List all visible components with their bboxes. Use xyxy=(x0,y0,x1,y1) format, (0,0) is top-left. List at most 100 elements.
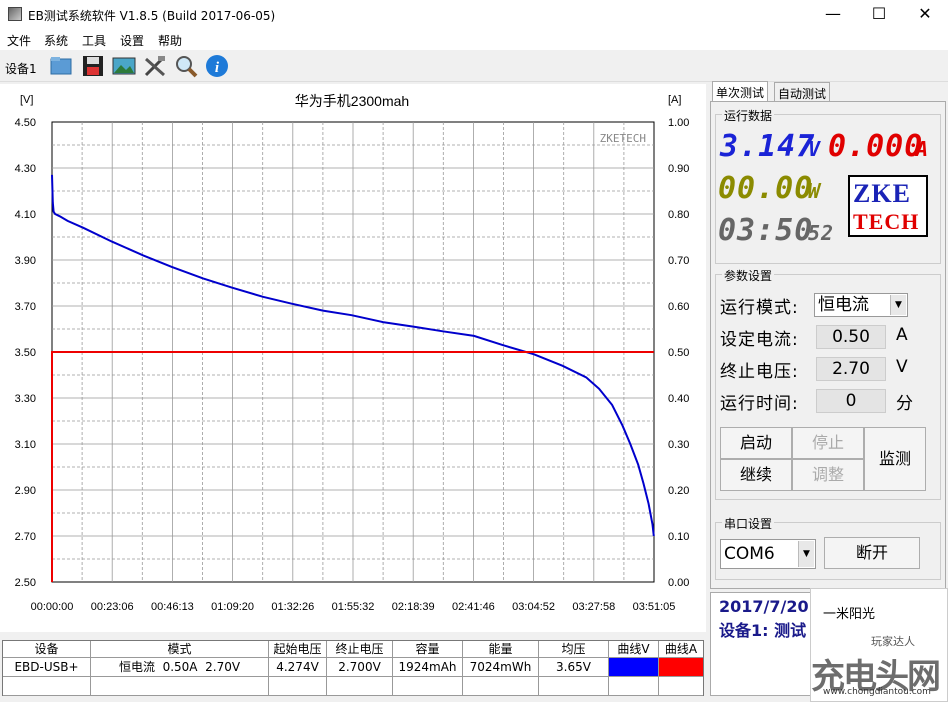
current-input[interactable]: 0.50 xyxy=(816,325,886,349)
right-panel: 运行数据 3.147 V 0.000 A 00.00 W 03:50 52 ZK… xyxy=(710,101,946,589)
current-label: 设定电流: xyxy=(720,330,799,350)
disconnect-button[interactable]: 断开 xyxy=(824,537,920,569)
site-watermark: www.chongdiantou.com xyxy=(823,687,931,697)
continue-button[interactable]: 继续 xyxy=(720,459,792,491)
cell-curve-v-color[interactable] xyxy=(609,658,659,677)
port-value: COM6 xyxy=(724,544,775,564)
y-right-tick-label: 0.00 xyxy=(668,577,689,589)
adjust-button[interactable]: 调整 xyxy=(792,459,864,491)
zketech-logo: ZKE TECH xyxy=(848,175,928,237)
current-unit-label: A xyxy=(896,325,908,345)
y-right-tick-label: 1.00 xyxy=(668,117,689,129)
menu-tools[interactable]: 工具 xyxy=(82,32,106,49)
mode-value: 恒电流 xyxy=(818,295,869,315)
close-button[interactable]: ✕ xyxy=(902,0,948,30)
menu-system[interactable]: 系统 xyxy=(44,32,68,49)
cell-energy[interactable]: 7024mWh xyxy=(463,658,539,677)
empty-cell xyxy=(3,677,91,696)
cell-end-voltage[interactable]: 2.700V xyxy=(327,658,393,677)
image-icon[interactable] xyxy=(111,53,137,79)
menu-bar: 文件 系统 工具 设置 帮助 xyxy=(0,30,948,50)
y-right-tick-label: 0.10 xyxy=(668,531,689,543)
x-tick-label: 00:46:13 xyxy=(151,601,194,613)
chevron-down-icon[interactable]: ▼ xyxy=(798,541,814,567)
monitor-button[interactable]: 监测 xyxy=(864,427,926,491)
run-data-title: 运行数据 xyxy=(722,107,775,124)
notification-popup[interactable]: 一米阳光 玩家达人 充电头网 www.chongdiantou.com xyxy=(810,588,948,702)
mode-label: 运行模式: xyxy=(720,298,799,318)
x-tick-label: 02:18:39 xyxy=(392,601,435,613)
chevron-down-icon[interactable]: ▼ xyxy=(890,295,906,315)
info-icon[interactable]: i xyxy=(204,53,230,79)
cell-curve-a-color[interactable] xyxy=(659,658,703,677)
y-right-tick-label: 0.90 xyxy=(668,163,689,175)
header-curve-a: 曲线A xyxy=(659,641,703,658)
cell-device[interactable]: EBD-USB+ xyxy=(3,658,91,677)
stop-button[interactable]: 停止 xyxy=(792,427,864,459)
voltage-label: 终止电压: xyxy=(720,362,799,382)
cell-mode[interactable]: 恒电流 0.50A 2.70V xyxy=(91,658,269,677)
current-display: 0.000 xyxy=(828,129,924,164)
menu-settings[interactable]: 设置 xyxy=(120,32,144,49)
header-avg-voltage: 均压 xyxy=(539,641,609,658)
y-left-tick-label: 3.30 xyxy=(15,393,36,405)
voltage-unit-label: V xyxy=(896,357,908,377)
header-device: 设备 xyxy=(3,641,91,658)
empty-cell xyxy=(659,677,703,696)
device-label[interactable]: 设备1 xyxy=(5,60,37,77)
cell-start-voltage[interactable]: 4.274V xyxy=(269,658,327,677)
y-left-tick-label: 4.30 xyxy=(15,163,36,175)
voltage-input[interactable]: 2.70 xyxy=(816,357,886,381)
empty-cell xyxy=(91,677,269,696)
tools-icon[interactable] xyxy=(142,53,168,79)
menu-file[interactable]: 文件 xyxy=(7,32,31,49)
minimize-button[interactable]: — xyxy=(810,0,856,30)
y-right-tick-label: 0.70 xyxy=(668,255,689,267)
cell-capacity[interactable]: 1924mAh xyxy=(393,658,463,677)
x-tick-label: 03:27:58 xyxy=(572,601,615,613)
tab-auto-test[interactable]: 自动测试 xyxy=(774,82,831,102)
left-axis-unit: [V] xyxy=(20,94,33,106)
empty-cell xyxy=(539,677,609,696)
time-label: 运行时间: xyxy=(720,394,799,414)
save-icon[interactable] xyxy=(80,53,106,79)
chart-title: 华为手机2300mah xyxy=(295,93,409,109)
folder-icon[interactable] xyxy=(48,53,74,79)
x-tick-label: 01:09:20 xyxy=(211,601,254,613)
header-curve-v: 曲线V xyxy=(609,641,659,658)
y-left-tick-label: 2.90 xyxy=(15,485,36,497)
mode-select[interactable]: 恒电流 ▼ xyxy=(814,293,908,317)
y-right-tick-label: 0.50 xyxy=(668,347,689,359)
x-tick-label: 03:51:05 xyxy=(633,601,676,613)
right-axis-unit: [A] xyxy=(668,94,681,106)
empty-cell xyxy=(393,677,463,696)
time-input[interactable]: 0 xyxy=(816,389,886,413)
header-energy: 能量 xyxy=(463,641,539,658)
cell-avg-voltage[interactable]: 3.65V xyxy=(539,658,609,677)
header-mode: 模式 xyxy=(91,641,269,658)
y-left-tick-label: 3.70 xyxy=(15,301,36,313)
tab-single-test[interactable]: 单次测试 xyxy=(712,81,769,102)
menu-help[interactable]: 帮助 xyxy=(158,32,182,49)
title-bar: EB测试系统软件 V1.8.5 (Build 2017-06-05) — ☐ ✕ xyxy=(0,0,948,30)
empty-cell xyxy=(463,677,539,696)
chart-watermark: ZKETECH xyxy=(600,132,646,145)
x-tick-label: 00:00:00 xyxy=(31,601,74,613)
chart-area: 4.50 4.30 4.10 3.90 3.70 3.50 3.30 3.10 2.90 2.70… xyxy=(0,84,706,632)
current-unit: A xyxy=(916,137,930,161)
empty-cell xyxy=(327,677,393,696)
power-display: 00.00 xyxy=(718,171,814,206)
header-capacity: 容量 xyxy=(393,641,463,658)
x-tick-label: 00:23:06 xyxy=(91,601,134,613)
y-right-tick-label: 0.40 xyxy=(668,393,689,405)
start-button[interactable]: 启动 xyxy=(720,427,792,459)
maximize-button[interactable]: ☐ xyxy=(856,0,902,30)
header-start-voltage: 起始电压 xyxy=(269,641,327,658)
port-select[interactable]: COM6 ▼ xyxy=(720,539,816,569)
app-icon xyxy=(8,7,22,21)
serial-title: 串口设置 xyxy=(722,515,775,532)
search-icon[interactable] xyxy=(173,53,199,79)
y-left-tick-label: 2.50 xyxy=(15,577,36,589)
y-left-tick-label: 3.90 xyxy=(15,255,36,267)
window-title: EB测试系统软件 V1.8.5 (Build 2017-06-05) xyxy=(28,9,276,23)
